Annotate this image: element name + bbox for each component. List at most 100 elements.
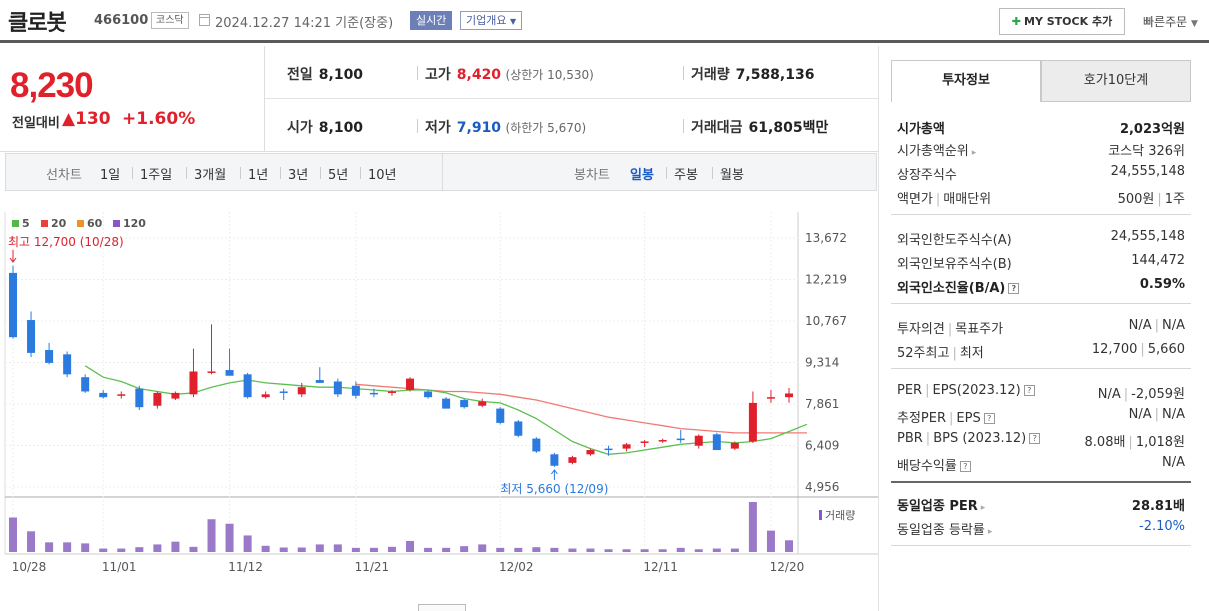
candle-body (225, 370, 234, 376)
dividend-value: N/A (1162, 455, 1185, 470)
candle-weekly[interactable]: 주봉 (674, 164, 698, 183)
low-value: 7,910 (456, 120, 502, 136)
cap-rank-row: 시가총액순위 ▸ 코스닥 326위 (897, 138, 1185, 160)
separator (360, 167, 361, 179)
volume-bar (478, 544, 487, 552)
dividend-label-wrap: 배당수익률? (897, 455, 971, 474)
candle-daily[interactable]: 일봉 (630, 164, 654, 183)
opinion-value: N/A (1128, 318, 1152, 333)
separator: | (952, 346, 957, 361)
help-icon[interactable]: ? (959, 461, 971, 472)
help-icon[interactable]: ? (1029, 433, 1041, 444)
face-value-values: 500원 | 1주 (1118, 188, 1185, 207)
volume-legend-swatch (819, 510, 822, 520)
realtime-badge[interactable]: 실시간 (410, 11, 453, 30)
opinion-labels: 투자의견 | 목표주가 (897, 318, 1003, 337)
period-3y[interactable]: 3년 (288, 164, 308, 183)
plus-icon: ✚ (1011, 15, 1022, 28)
tab-orderbook-10[interactable]: 호가10단계 (1041, 60, 1191, 102)
candle-body (496, 408, 505, 423)
stock-code: 466100 (94, 13, 149, 28)
pbr-values: 8.08배 | 1,018원 (1085, 431, 1185, 450)
stock-name: 클로봇 (8, 11, 67, 36)
period-1d[interactable]: 1일 (100, 164, 120, 183)
upper-limit: (상한가 10,530) (505, 68, 594, 82)
volume-bar (640, 549, 649, 552)
foreign-ratio-label: 외국인소진율(B/A) (897, 281, 1006, 296)
volume-bar (406, 540, 415, 552)
bps-value: 1,018원 (1135, 435, 1185, 450)
candle-body (514, 421, 523, 436)
pbr-label: PBR (897, 431, 923, 446)
period-5y[interactable]: 5년 (328, 164, 348, 183)
low-label: 저가 (425, 120, 451, 136)
help-icon[interactable]: ? (983, 413, 995, 424)
chart-resize-handle[interactable] (418, 604, 466, 611)
sector-rate-label: 동일업종 등락률 (897, 523, 985, 538)
info-tabs: 투자정보 호가10단계 (891, 60, 1191, 102)
cap-rank-label-wrap[interactable]: 시가총액순위 ▸ (897, 140, 976, 159)
separator: | (1140, 342, 1145, 357)
min-arrow-icon (550, 469, 558, 480)
separator (666, 167, 667, 179)
est-eps-value: N/A (1162, 407, 1185, 422)
est-per-values: N/A | N/A (1129, 407, 1185, 422)
period-3m[interactable]: 3개월 (194, 164, 226, 183)
help-icon[interactable]: ? (1008, 283, 1020, 294)
sector-per-value: 28.81배 (1131, 499, 1185, 514)
price-chart[interactable]: 10/28 11/01 11/12 11/21 12/02 12/11 12/20 13,67… (0, 192, 878, 604)
volume-bar (279, 547, 288, 552)
face-value-value: 500원 (1117, 192, 1155, 207)
candle-body (460, 400, 469, 408)
price-summary: 8,230 전일대비 ▲130 +1.60% 전일 8,100 고가 8,420 (… (0, 46, 879, 152)
candle-body (676, 438, 685, 441)
candle-body (658, 440, 667, 442)
open-cell: 시가 8,100 (287, 117, 363, 137)
52week-high-value: 12,700 (1091, 342, 1138, 357)
foreign-hold-row: 외국인보유주식수(B) 144,472 (897, 251, 1185, 273)
foreign-limit-label: 외국인한도주식수(A) (897, 233, 1012, 248)
company-info-dropdown[interactable]: 기업개요 ▼ (460, 11, 523, 30)
volume-bar (297, 547, 306, 552)
volume-bar (785, 540, 793, 552)
candle-body (45, 350, 54, 363)
volume-label: 거래량 (691, 67, 730, 83)
separator: | (1123, 387, 1129, 402)
prev-compare-label: 전일대비 (12, 116, 60, 131)
candle-body (63, 354, 72, 375)
dividend-label: 배당수익률 (897, 459, 957, 474)
candle-body (279, 391, 288, 393)
y-tick-label-5: 6,409 (805, 438, 839, 452)
volume-bar (135, 547, 144, 552)
candle-body (189, 371, 198, 395)
sector-rate-label-wrap[interactable]: 동일업종 등락률 ▸ (897, 519, 992, 538)
candle-body (532, 438, 541, 452)
face-value-label: 액면가 (897, 192, 933, 207)
52week-labels: 52주최고 | 최저 (897, 342, 984, 361)
volume-bar (460, 546, 469, 552)
period-1y[interactable]: 1년 (248, 164, 268, 183)
candle-body (207, 371, 216, 373)
volume-bar (748, 502, 757, 552)
amount-cell: 거래대금 61,805백만 (691, 117, 828, 137)
candle-body (730, 442, 739, 449)
shares-row: 상장주식수 24,555,148 (897, 162, 1185, 184)
period-10y[interactable]: 10년 (368, 164, 397, 183)
opinion-row: 투자의견 | 목표주가 N/A | N/A (897, 316, 1185, 338)
chevron-down-icon: ▼ (1191, 19, 1198, 29)
help-icon[interactable]: ? (1023, 385, 1035, 396)
sector-per-label-wrap[interactable]: 동일업종 PER ▸ (897, 495, 985, 514)
period-1w[interactable]: 1주일 (140, 164, 172, 183)
my-stock-add-button[interactable]: ✚ MY STOCK 추가 (999, 8, 1125, 35)
volume-bar (207, 519, 216, 552)
legend-label-2: 60 (87, 217, 103, 230)
volume-bar (351, 547, 360, 552)
price-change: ▲130 (62, 109, 111, 129)
candle-monthly[interactable]: 월봉 (720, 164, 744, 183)
candle-body (153, 392, 162, 406)
quick-order-dropdown[interactable]: 빠른주문 ▼ (1143, 13, 1198, 30)
candle-body (550, 454, 559, 466)
section-divider (891, 214, 1191, 215)
tab-investment-info[interactable]: 투자정보 (891, 60, 1041, 102)
candle-body (333, 381, 342, 395)
